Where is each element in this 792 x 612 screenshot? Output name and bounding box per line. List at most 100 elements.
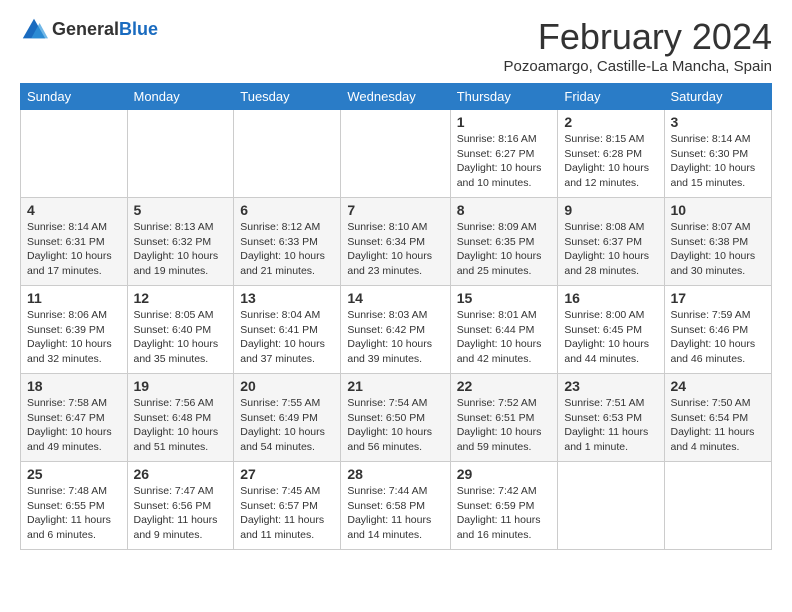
- weekday-header: Wednesday: [341, 84, 450, 110]
- day-number: 8: [457, 202, 552, 218]
- calendar-cell: 3 Sunrise: 8:14 AM Sunset: 6:30 PM Daylig…: [664, 110, 772, 198]
- day-number: 2: [564, 114, 657, 130]
- calendar-cell: 5 Sunrise: 8:13 AM Sunset: 6:32 PM Daylig…: [127, 198, 234, 286]
- calendar-cell: 16Sunrise: 8:00 AM Sunset: 6:45 PM Dayli…: [558, 286, 664, 374]
- day-info: Sunrise: 7:54 AM Sunset: 6:50 PM Dayligh…: [347, 396, 443, 455]
- calendar-week-row: 1 Sunrise: 8:16 AM Sunset: 6:27 PM Daylig…: [21, 110, 772, 198]
- calendar-week-row: 25 Sunrise: 7:48 AM Sunset: 6:55 PM Dayli…: [21, 462, 772, 550]
- calendar-cell: 26 Sunrise: 7:47 AM Sunset: 6:56 PM Dayli…: [127, 462, 234, 550]
- weekday-header: Saturday: [664, 84, 772, 110]
- weekday-header: Friday: [558, 84, 664, 110]
- day-number: 6: [240, 202, 334, 218]
- calendar-week-row: 4Sunrise: 8:14 AM Sunset: 6:31 PM Daylig…: [21, 198, 772, 286]
- calendar-cell: [341, 110, 450, 198]
- day-info: Sunrise: 8:07 AM Sunset: 6:38 PM Dayligh…: [671, 220, 766, 279]
- day-number: 23: [564, 378, 657, 394]
- day-info: Sunrise: 7:51 AM Sunset: 6:53 PM Dayligh…: [564, 396, 657, 455]
- day-number: 27: [240, 466, 334, 482]
- day-info: Sunrise: 7:47 AM Sunset: 6:56 PM Dayligh…: [134, 484, 228, 543]
- day-info: Sunrise: 8:15 AM Sunset: 6:28 PM Dayligh…: [564, 132, 657, 191]
- day-info: Sunrise: 8:13 AM Sunset: 6:32 PM Dayligh…: [134, 220, 228, 279]
- calendar-cell: 12 Sunrise: 8:05 AM Sunset: 6:40 PM Dayli…: [127, 286, 234, 374]
- day-number: 7: [347, 202, 443, 218]
- day-number: 28: [347, 466, 443, 482]
- logo: GeneralBlue: [20, 16, 158, 44]
- day-info: Sunrise: 7:48 AM Sunset: 6:55 PM Dayligh…: [27, 484, 121, 543]
- logo-blue: Blue: [119, 19, 158, 39]
- day-info: Sunrise: 8:01 AM Sunset: 6:44 PM Dayligh…: [457, 308, 552, 367]
- day-number: 25: [27, 466, 121, 482]
- logo-icon: [20, 16, 48, 44]
- calendar-cell: 11 Sunrise: 8:06 AM Sunset: 6:39 PM Dayli…: [21, 286, 128, 374]
- day-info: Sunrise: 8:12 AM Sunset: 6:33 PM Dayligh…: [240, 220, 334, 279]
- day-info: Sunrise: 8:06 AM Sunset: 6:39 PM Dayligh…: [27, 308, 121, 367]
- day-info: Sunrise: 7:52 AM Sunset: 6:51 PM Dayligh…: [457, 396, 552, 455]
- day-info: Sunrise: 7:55 AM Sunset: 6:49 PM Dayligh…: [240, 396, 334, 455]
- calendar: SundayMondayTuesdayWednesdayThursdayFrid…: [20, 83, 772, 550]
- day-number: 22: [457, 378, 552, 394]
- day-info: Sunrise: 7:56 AM Sunset: 6:48 PM Dayligh…: [134, 396, 228, 455]
- calendar-cell: 17 Sunrise: 7:59 AM Sunset: 6:46 PM Dayli…: [664, 286, 772, 374]
- day-number: 14: [347, 290, 443, 306]
- calendar-cell: [664, 462, 772, 550]
- location-title: Pozoamargo, Castille-La Mancha, Spain: [504, 58, 772, 75]
- title-area: February 2024 Pozoamargo, Castille-La Ma…: [504, 16, 772, 75]
- calendar-cell: 14 Sunrise: 8:03 AM Sunset: 6:42 PM Dayli…: [341, 286, 450, 374]
- calendar-cell: 22 Sunrise: 7:52 AM Sunset: 6:51 PM Dayli…: [450, 374, 558, 462]
- calendar-cell: 27 Sunrise: 7:45 AM Sunset: 6:57 PM Dayli…: [234, 462, 341, 550]
- calendar-cell: 6 Sunrise: 8:12 AM Sunset: 6:33 PM Daylig…: [234, 198, 341, 286]
- day-info: Sunrise: 8:10 AM Sunset: 6:34 PM Dayligh…: [347, 220, 443, 279]
- day-number: 1: [457, 114, 552, 130]
- calendar-cell: 19 Sunrise: 7:56 AM Sunset: 6:48 PM Dayli…: [127, 374, 234, 462]
- month-title: February 2024: [504, 16, 772, 58]
- calendar-cell: 2 Sunrise: 8:15 AM Sunset: 6:28 PM Daylig…: [558, 110, 664, 198]
- calendar-cell: 21 Sunrise: 7:54 AM Sunset: 6:50 PM Dayli…: [341, 374, 450, 462]
- day-number: 29: [457, 466, 552, 482]
- day-info: Sunrise: 8:03 AM Sunset: 6:42 PM Dayligh…: [347, 308, 443, 367]
- day-number: 11: [27, 290, 121, 306]
- day-number: 26: [134, 466, 228, 482]
- calendar-cell: [127, 110, 234, 198]
- day-info: Sunrise: 8:14 AM Sunset: 6:30 PM Dayligh…: [671, 132, 766, 191]
- calendar-cell: 9 Sunrise: 8:08 AM Sunset: 6:37 PM Daylig…: [558, 198, 664, 286]
- day-number: 3: [671, 114, 766, 130]
- calendar-week-row: 18Sunrise: 7:58 AM Sunset: 6:47 PM Dayli…: [21, 374, 772, 462]
- day-number: 5: [134, 202, 228, 218]
- weekday-header: Monday: [127, 84, 234, 110]
- day-number: 17: [671, 290, 766, 306]
- day-number: 24: [671, 378, 766, 394]
- calendar-week-row: 11 Sunrise: 8:06 AM Sunset: 6:39 PM Dayli…: [21, 286, 772, 374]
- weekday-header: Tuesday: [234, 84, 341, 110]
- day-number: 9: [564, 202, 657, 218]
- calendar-cell: 15 Sunrise: 8:01 AM Sunset: 6:44 PM Dayli…: [450, 286, 558, 374]
- day-info: Sunrise: 7:59 AM Sunset: 6:46 PM Dayligh…: [671, 308, 766, 367]
- day-number: 19: [134, 378, 228, 394]
- day-info: Sunrise: 8:16 AM Sunset: 6:27 PM Dayligh…: [457, 132, 552, 191]
- day-info: Sunrise: 8:05 AM Sunset: 6:40 PM Dayligh…: [134, 308, 228, 367]
- calendar-cell: 28 Sunrise: 7:44 AM Sunset: 6:58 PM Dayli…: [341, 462, 450, 550]
- day-info: Sunrise: 8:08 AM Sunset: 6:37 PM Dayligh…: [564, 220, 657, 279]
- day-info: Sunrise: 7:44 AM Sunset: 6:58 PM Dayligh…: [347, 484, 443, 543]
- day-info: Sunrise: 8:04 AM Sunset: 6:41 PM Dayligh…: [240, 308, 334, 367]
- weekday-header: Sunday: [21, 84, 128, 110]
- header: GeneralBlue February 2024 Pozoamargo, Ca…: [20, 16, 772, 75]
- day-info: Sunrise: 7:45 AM Sunset: 6:57 PM Dayligh…: [240, 484, 334, 543]
- day-number: 21: [347, 378, 443, 394]
- calendar-cell: 7 Sunrise: 8:10 AM Sunset: 6:34 PM Daylig…: [341, 198, 450, 286]
- calendar-cell: 18Sunrise: 7:58 AM Sunset: 6:47 PM Dayli…: [21, 374, 128, 462]
- calendar-cell: 20Sunrise: 7:55 AM Sunset: 6:49 PM Dayli…: [234, 374, 341, 462]
- day-number: 4: [27, 202, 121, 218]
- day-number: 15: [457, 290, 552, 306]
- day-number: 12: [134, 290, 228, 306]
- calendar-cell: 23 Sunrise: 7:51 AM Sunset: 6:53 PM Dayli…: [558, 374, 664, 462]
- calendar-cell: 4Sunrise: 8:14 AM Sunset: 6:31 PM Daylig…: [21, 198, 128, 286]
- logo-general: General: [52, 19, 119, 39]
- day-number: 10: [671, 202, 766, 218]
- day-info: Sunrise: 8:00 AM Sunset: 6:45 PM Dayligh…: [564, 308, 657, 367]
- calendar-cell: [21, 110, 128, 198]
- calendar-cell: 8Sunrise: 8:09 AM Sunset: 6:35 PM Daylig…: [450, 198, 558, 286]
- calendar-cell: 1 Sunrise: 8:16 AM Sunset: 6:27 PM Daylig…: [450, 110, 558, 198]
- calendar-cell: 13Sunrise: 8:04 AM Sunset: 6:41 PM Dayli…: [234, 286, 341, 374]
- calendar-cell: 29Sunrise: 7:42 AM Sunset: 6:59 PM Dayli…: [450, 462, 558, 550]
- day-info: Sunrise: 7:50 AM Sunset: 6:54 PM Dayligh…: [671, 396, 766, 455]
